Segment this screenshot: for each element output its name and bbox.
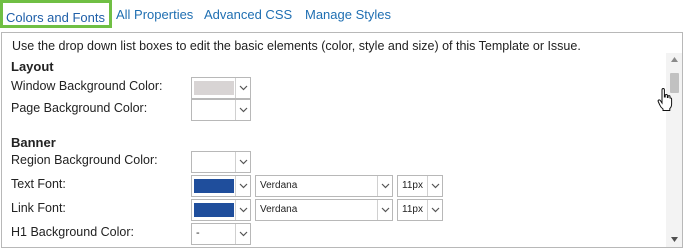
chevron-down-icon	[239, 207, 248, 213]
region-background-color-label: Region Background Color:	[11, 153, 158, 167]
dropdown-arrow[interactable]	[235, 176, 250, 196]
scroll-up-button[interactable]	[666, 53, 682, 67]
dropdown-arrow[interactable]	[377, 200, 392, 220]
intro-text: Use the drop down list boxes to edit the…	[12, 39, 581, 53]
color-swatch	[194, 179, 234, 193]
chevron-down-icon	[381, 207, 390, 213]
dropdown-arrow[interactable]	[377, 176, 392, 196]
hand-cursor-icon	[657, 88, 673, 111]
text-font-size-select[interactable]: 11px	[397, 175, 443, 197]
page-background-color-dropdown[interactable]	[191, 99, 251, 121]
text-font-label: Text Font:	[11, 177, 66, 191]
font-family-value: Verdana	[260, 180, 298, 191]
scroll-up-icon	[671, 57, 678, 62]
font-size-value: 11px	[402, 204, 423, 215]
tab-advanced-css[interactable]: Advanced CSS	[204, 4, 292, 26]
chevron-down-icon	[239, 107, 248, 113]
settings-scroll-area[interactable]: Layout Window Background Color: Page Bac…	[2, 55, 662, 247]
tab-bar: Colors and Fonts All Properties Advanced…	[0, 0, 685, 32]
vertical-scrollbar[interactable]	[666, 53, 682, 247]
chevron-down-icon	[239, 85, 248, 91]
link-font-label: Link Font:	[11, 201, 66, 215]
h1-background-color-dropdown[interactable]: -	[191, 223, 251, 245]
color-swatch	[194, 203, 234, 217]
chevron-down-icon	[239, 231, 248, 237]
dropdown-arrow[interactable]	[235, 200, 250, 220]
text-font-color-dropdown[interactable]	[191, 175, 251, 197]
region-background-color-dropdown[interactable]	[191, 151, 251, 173]
tab-colors-and-fonts[interactable]: Colors and Fonts	[0, 0, 112, 28]
scroll-down-icon	[671, 237, 678, 242]
color-value: -	[196, 227, 200, 239]
font-size-value: 11px	[402, 180, 423, 191]
color-swatch	[194, 81, 234, 95]
dropdown-arrow[interactable]	[235, 152, 250, 172]
chevron-down-icon	[239, 183, 248, 189]
dropdown-arrow[interactable]	[235, 78, 250, 98]
dropdown-arrow[interactable]	[235, 224, 250, 244]
link-font-size-select[interactable]: 11px	[397, 199, 443, 221]
link-font-color-dropdown[interactable]	[191, 199, 251, 221]
font-family-value: Verdana	[260, 204, 298, 215]
section-title-layout: Layout	[11, 59, 54, 74]
section-title-banner: Banner	[11, 135, 56, 150]
dropdown-arrow[interactable]	[427, 176, 442, 196]
chevron-down-icon	[431, 207, 440, 213]
link-font-family-select[interactable]: Verdana	[255, 199, 393, 221]
chevron-down-icon	[239, 159, 248, 165]
page-background-color-label: Page Background Color:	[11, 101, 148, 115]
scroll-down-button[interactable]	[666, 233, 682, 247]
window-background-color-label: Window Background Color:	[11, 79, 163, 93]
chevron-down-icon	[431, 183, 440, 189]
window-background-color-dropdown[interactable]	[191, 77, 251, 99]
tab-all-properties[interactable]: All Properties	[116, 4, 193, 26]
text-font-family-select[interactable]: Verdana	[255, 175, 393, 197]
colors-and-fonts-panel: Use the drop down list boxes to edit the…	[1, 32, 683, 248]
tab-manage-styles[interactable]: Manage Styles	[305, 4, 391, 26]
dropdown-arrow[interactable]	[235, 100, 250, 120]
dropdown-arrow[interactable]	[427, 200, 442, 220]
chevron-down-icon	[381, 183, 390, 189]
h1-background-color-label: H1 Background Color:	[11, 225, 134, 239]
